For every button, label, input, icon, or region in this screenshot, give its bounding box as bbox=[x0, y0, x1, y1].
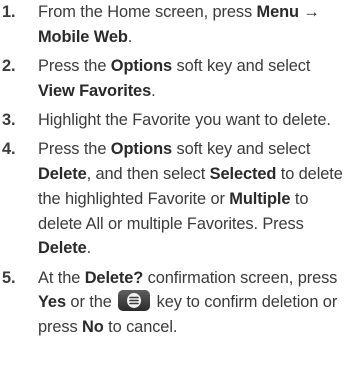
bold-term: No bbox=[82, 318, 104, 337]
bold-term: View Favorites bbox=[38, 81, 152, 100]
step-text: . bbox=[151, 81, 156, 100]
step-text: . bbox=[86, 239, 92, 258]
bold-term: Delete? bbox=[84, 268, 144, 287]
step-text: Highlight the Favorite you want to delet… bbox=[38, 110, 331, 129]
steps-list: 1. From the Home screen, press Menu → Mob… bbox=[0, 0, 351, 340]
step-text: . bbox=[127, 27, 133, 46]
step-text: From the Home screen, press bbox=[38, 3, 257, 21]
bold-term: Delete bbox=[38, 164, 87, 183]
bold-term: Delete bbox=[38, 239, 87, 258]
step-text: , and then select bbox=[86, 164, 210, 183]
step-4: 4. Press the Options soft key and select … bbox=[0, 137, 351, 261]
step-text: soft key and select bbox=[172, 140, 311, 159]
bold-term: Options bbox=[110, 140, 173, 159]
step-text: to cancel. bbox=[103, 318, 178, 337]
bold-term: Selected bbox=[209, 164, 277, 183]
step-number: 5. bbox=[2, 268, 16, 287]
step-1: 1. From the Home screen, press Menu → Mob… bbox=[0, 0, 351, 50]
step-text: soft key and select bbox=[172, 56, 311, 75]
bold-term: Yes bbox=[38, 293, 66, 312]
step-text: Press the bbox=[38, 56, 111, 75]
step-number: 1. bbox=[2, 3, 16, 21]
step-2: 2. Press the Options soft key and select … bbox=[0, 54, 351, 104]
bold-term: Multiple bbox=[229, 189, 291, 208]
instructions-document: 1. From the Home screen, press Menu → Mob… bbox=[0, 0, 351, 344]
step-5: 5. At the Delete? confirmation screen, pr… bbox=[0, 266, 351, 340]
step-text: Press the bbox=[38, 140, 111, 159]
bold-term: Options bbox=[110, 56, 173, 75]
step-3: 3. Highlight the Favorite you want to del… bbox=[0, 108, 351, 133]
step-text: or the bbox=[65, 293, 117, 312]
step-text: confirmation screen, press bbox=[143, 268, 338, 287]
step-number: 3. bbox=[2, 110, 16, 129]
ok-key-icon bbox=[118, 290, 151, 312]
step-text: At the bbox=[38, 268, 85, 287]
step-number: 4. bbox=[2, 140, 16, 159]
step-number: 2. bbox=[2, 56, 16, 75]
